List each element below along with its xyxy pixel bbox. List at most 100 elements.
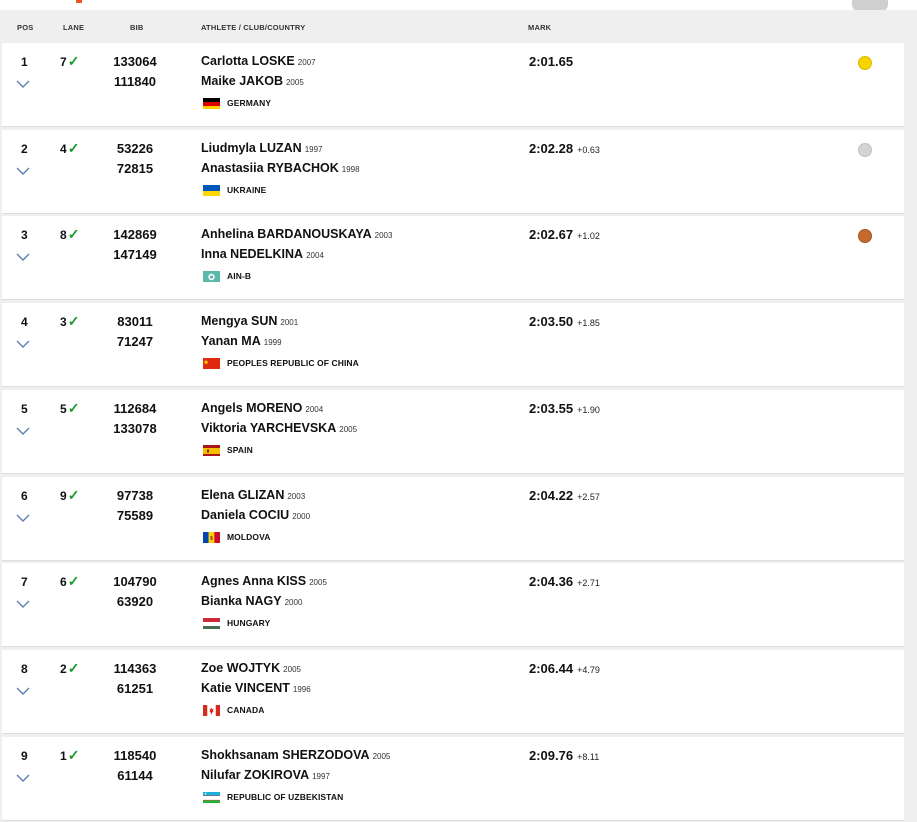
mark-time: 2:09.76 bbox=[529, 748, 574, 763]
birth-year: 1997 bbox=[304, 145, 323, 154]
athlete-name[interactable]: Shokhsanam SHERZODOVA 2005 bbox=[201, 748, 390, 762]
position: 4 bbox=[21, 315, 28, 329]
lane: 9✓ bbox=[60, 487, 79, 504]
birth-year: 1999 bbox=[263, 338, 282, 347]
mark: 2:04.22 +2.57 bbox=[529, 488, 600, 503]
athlete-name-text: Bianka NAGY bbox=[201, 594, 282, 608]
lane: 2✓ bbox=[60, 660, 79, 677]
position: 3 bbox=[21, 228, 28, 242]
athlete-name[interactable]: Daniela COCIU 2000 bbox=[201, 508, 310, 522]
lane-number: 7 bbox=[60, 55, 67, 69]
lane: 8✓ bbox=[60, 226, 79, 243]
chevron-down-icon[interactable] bbox=[16, 683, 30, 695]
spain-flag-icon bbox=[203, 444, 220, 456]
lane: 7✓ bbox=[60, 53, 79, 70]
bib-number: 118540 bbox=[113, 748, 157, 763]
bib-number: 61251 bbox=[116, 681, 154, 696]
ain-flag-icon bbox=[203, 270, 220, 282]
lane-number: 1 bbox=[60, 749, 67, 763]
athlete-name[interactable]: Liudmyla LUZAN 1997 bbox=[201, 141, 323, 155]
bib-number: 147149 bbox=[113, 247, 157, 262]
lane-number: 8 bbox=[60, 228, 67, 242]
chevron-down-icon[interactable] bbox=[16, 249, 30, 261]
result-row[interactable]: 4 3✓ 83011 71247 Mengya SUN 2001 Yanan MA… bbox=[2, 303, 904, 387]
check-icon: ✓ bbox=[67, 140, 80, 156]
result-row[interactable]: 6 9✓ 97738 75589 Elena GLIZAN 2003 Daniel… bbox=[2, 477, 904, 561]
chevron-down-icon[interactable] bbox=[16, 510, 30, 522]
athlete-name-text: Yanan MA bbox=[201, 334, 261, 348]
check-icon: ✓ bbox=[67, 660, 80, 676]
moldova-flag-icon bbox=[203, 531, 220, 543]
chevron-down-icon[interactable] bbox=[16, 163, 30, 175]
birth-year: 2004 bbox=[306, 251, 324, 260]
uzbekistan-flag-icon bbox=[203, 791, 220, 803]
country-name: CANADA bbox=[227, 705, 265, 715]
result-row[interactable]: 5 5✓ 112684 133078 Angels MORENO 2004 Vik… bbox=[2, 390, 904, 474]
athlete-name[interactable]: Maike JAKOB 2005 bbox=[201, 74, 304, 88]
canada-flag-icon bbox=[203, 704, 220, 716]
mark: 2:09.76 +8.11 bbox=[529, 748, 599, 763]
athlete-name[interactable]: Angels MORENO 2004 bbox=[201, 401, 323, 415]
athlete-name-text: Inna NEDELKINA bbox=[201, 247, 304, 261]
mark: 2:01.65 bbox=[529, 54, 577, 69]
birth-year: 2000 bbox=[284, 598, 303, 607]
mark-time: 2:01.65 bbox=[529, 54, 574, 69]
mark: 2:06.44 +4.79 bbox=[529, 661, 600, 676]
athlete-name[interactable]: Anastasiia RYBACHOK 1998 bbox=[201, 161, 360, 175]
athlete-name[interactable]: Zoe WOJTYK 2005 bbox=[201, 661, 301, 675]
athlete-name[interactable]: Inna NEDELKINA 2004 bbox=[201, 247, 324, 261]
athlete-name[interactable]: Mengya SUN 2001 bbox=[201, 314, 298, 328]
result-row[interactable]: 7 6✓ 104790 63920 Agnes Anna KISS 2005 Bi… bbox=[2, 563, 904, 647]
birth-year: 2004 bbox=[305, 405, 324, 414]
athlete-name[interactable]: Viktoria YARCHEVSKA 2005 bbox=[201, 421, 357, 435]
country-name: UKRAINE bbox=[227, 185, 267, 195]
athlete-name[interactable]: Elena GLIZAN 2003 bbox=[201, 488, 305, 502]
bib-number: 72815 bbox=[116, 161, 154, 176]
chevron-down-icon[interactable] bbox=[16, 76, 30, 88]
athlete-name-text: Zoe WOJTYK bbox=[201, 661, 281, 675]
mark-diff: +2.71 bbox=[577, 578, 600, 588]
mark: 2:02.28 +0.63 bbox=[529, 141, 600, 156]
mark-diff: +2.57 bbox=[577, 492, 600, 502]
bronze-medal-icon bbox=[858, 229, 872, 243]
athlete-name[interactable]: Yanan MA 1999 bbox=[201, 334, 282, 348]
lane-number: 3 bbox=[60, 315, 67, 329]
position: 2 bbox=[21, 142, 28, 156]
birth-year: 1998 bbox=[341, 165, 360, 174]
chevron-down-icon[interactable] bbox=[16, 770, 30, 782]
check-icon: ✓ bbox=[67, 400, 80, 416]
country: MOLDOVA bbox=[203, 530, 271, 544]
chevron-down-icon[interactable] bbox=[16, 423, 30, 435]
mark: 2:04.36 +2.71 bbox=[529, 574, 600, 589]
header-bib: BIB bbox=[130, 23, 144, 32]
chevron-down-icon[interactable] bbox=[16, 336, 30, 348]
country: AIN-B bbox=[203, 269, 251, 283]
scrollbar[interactable] bbox=[904, 10, 917, 822]
china-flag-icon bbox=[203, 357, 220, 369]
athlete-name[interactable]: Anhelina BARDANOUSKAYA 2003 bbox=[201, 227, 392, 241]
gold-medal-icon bbox=[858, 56, 872, 70]
mark-time: 2:02.67 bbox=[529, 227, 574, 242]
mark: 2:03.50 +1.85 bbox=[529, 314, 600, 329]
mark-time: 2:03.50 bbox=[529, 314, 574, 329]
position: 6 bbox=[21, 489, 28, 503]
mark-diff: +1.02 bbox=[577, 231, 600, 241]
result-row[interactable]: 3 8✓ 142869 147149 Anhelina BARDANOUSKAY… bbox=[2, 216, 904, 300]
athlete-name[interactable]: Agnes Anna KISS 2005 bbox=[201, 574, 327, 588]
chevron-down-icon[interactable] bbox=[16, 596, 30, 608]
result-row[interactable]: 1 7✓ 133064 111840 Carlotta LOSKE 2007 Ma… bbox=[2, 43, 904, 127]
position: 7 bbox=[21, 575, 28, 589]
result-row[interactable]: 9 1✓ 118540 61144 Shokhsanam SHERZODOVA 2… bbox=[2, 737, 904, 821]
country: HUNGARY bbox=[203, 616, 270, 630]
athlete-name[interactable]: Carlotta LOSKE 2007 bbox=[201, 54, 316, 68]
athlete-name[interactable]: Nilufar ZOKIROVA 1997 bbox=[201, 768, 330, 782]
header-lane: LANE bbox=[63, 23, 85, 32]
result-row[interactable]: 8 2✓ 114363 61251 Zoe WOJTYK 2005 Katie V… bbox=[2, 650, 904, 734]
lane-number: 5 bbox=[60, 402, 67, 416]
lane-number: 2 bbox=[60, 662, 67, 676]
athlete-name[interactable]: Katie VINCENT 1996 bbox=[201, 681, 311, 695]
athlete-name[interactable]: Bianka NAGY 2000 bbox=[201, 594, 302, 608]
lane: 5✓ bbox=[60, 400, 79, 417]
athlete-name-text: Shokhsanam SHERZODOVA bbox=[201, 748, 370, 762]
result-row[interactable]: 2 4✓ 53226 72815 Liudmyla LUZAN 1997 Anas… bbox=[2, 130, 904, 214]
